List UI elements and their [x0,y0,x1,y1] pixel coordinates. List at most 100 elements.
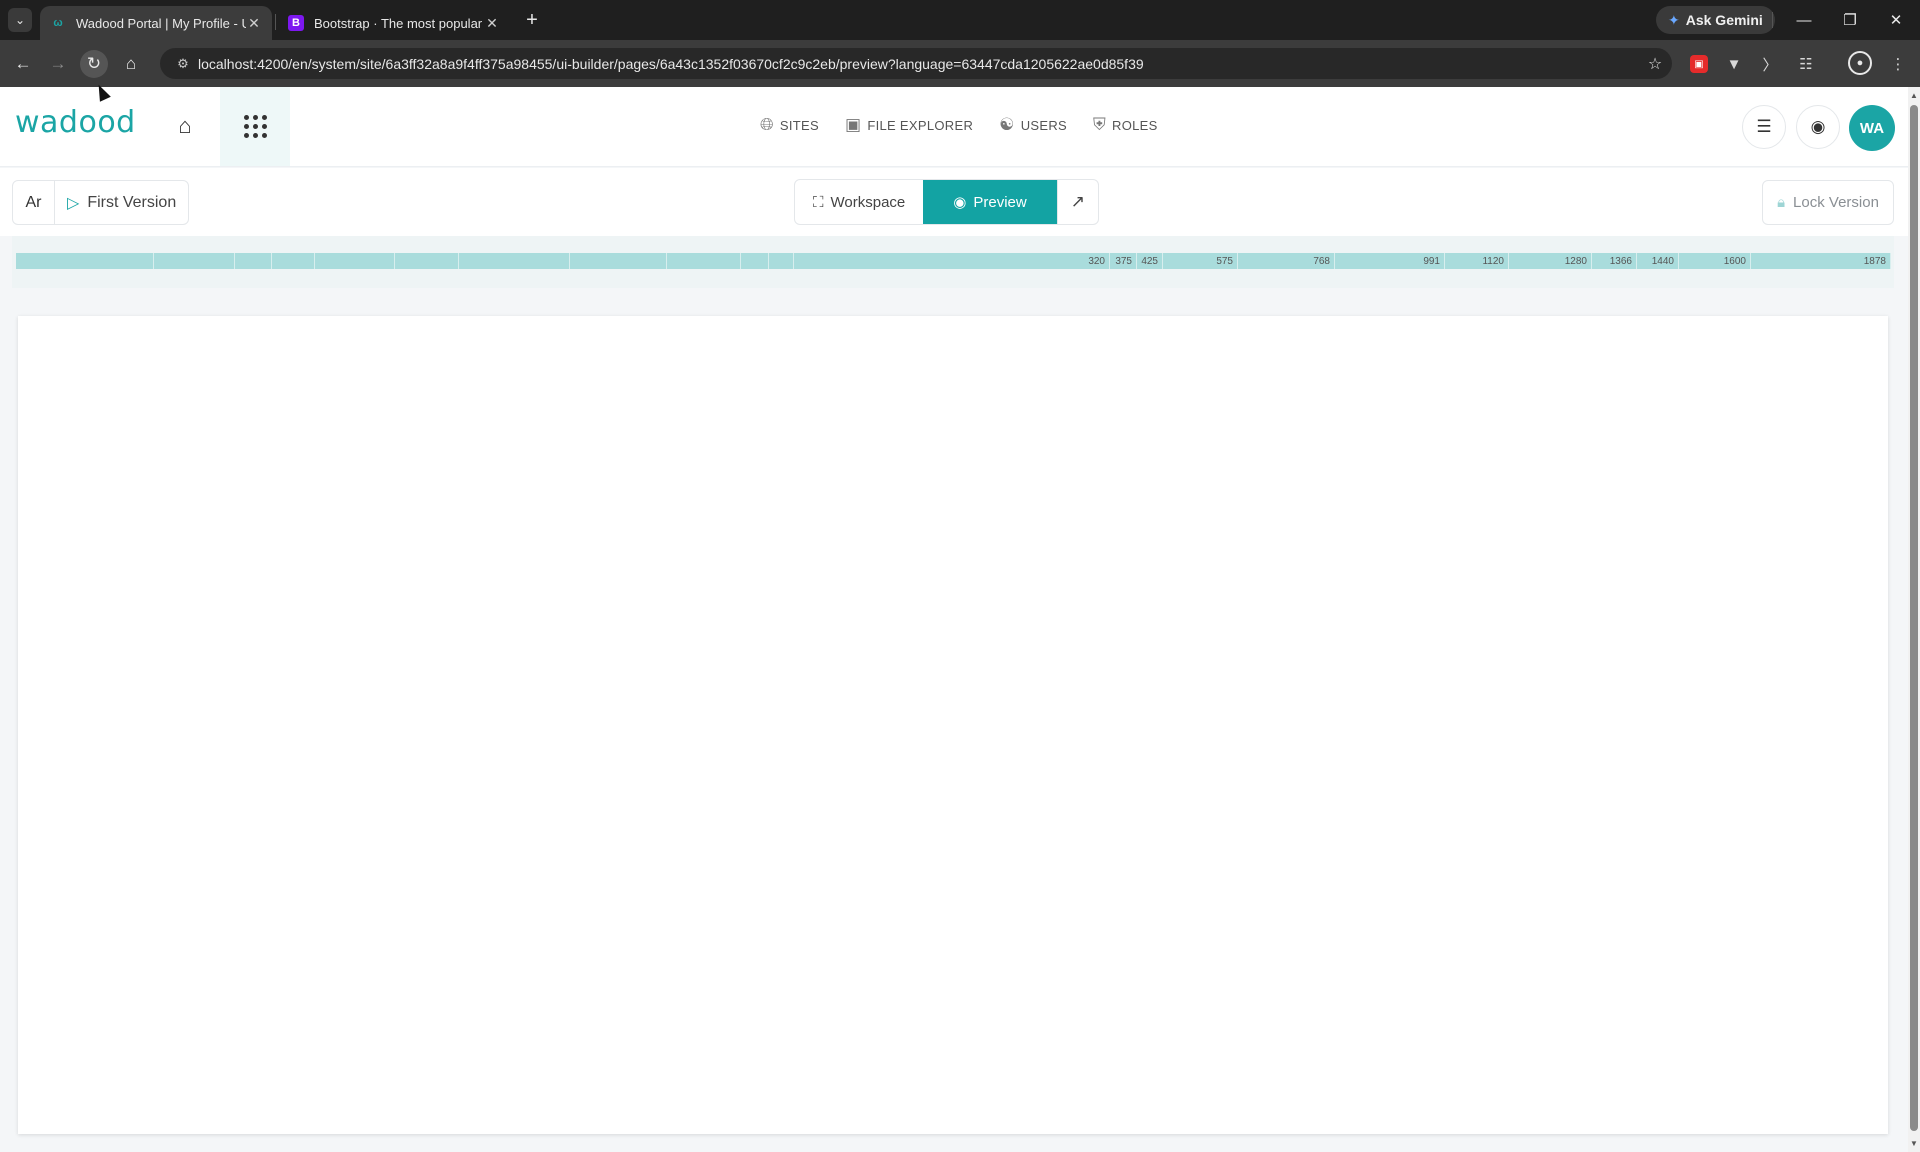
close-icon[interactable]: ✕ [246,15,262,32]
nav-file-explorer[interactable]: ▣ FILE EXPLORER [845,115,973,135]
database-icon[interactable]: ☰ [1742,105,1786,149]
globe-icon: 🌐︎ [760,115,774,134]
grid-icon [243,115,267,138]
wadood-logo[interactable]: wadood [15,105,136,140]
workspace-label: Workspace [830,193,906,211]
browser-tab[interactable]: B Bootstrap · The most popular H ✕ [278,6,510,40]
apps-grid-button[interactable] [220,87,290,166]
back-arrow-icon[interactable]: ← [9,50,37,78]
tag-icon: ▷ [67,194,80,212]
breakpoint-ruler[interactable]: 320 375 425 575 768 991 1120 1280 1366 1440 1600 18… [16,253,1891,269]
tab-title: Wadood Portal | My Profile - U [76,15,246,31]
ruler-divider [1750,253,1751,269]
lock-version-label: Lock Version [1793,194,1879,211]
nav-users[interactable]: ☯ USERS [999,115,1067,135]
ruler-divider [394,253,395,269]
window-divider [1772,12,1773,28]
nav-roles[interactable]: ⛨ ROLES [1093,115,1158,135]
restore-icon[interactable]: ❐ [1830,4,1870,36]
nav-sites[interactable]: 🌐︎ SITES [760,115,819,135]
eye-icon: ◉ [953,194,967,211]
ruler-divider [271,253,272,269]
breakpoint-label[interactable]: 991 [1404,256,1440,267]
preview-button[interactable]: ◉ Preview [923,180,1057,224]
version-selector: Ar ▷ First Version [12,180,190,225]
ruler-divider [458,253,459,269]
scroll-thumb[interactable] [1910,105,1918,1131]
browser-profile-icon[interactable]: ● [1848,51,1872,75]
version-button[interactable]: ▷ First Version [55,181,188,224]
version-label: First Version [87,193,177,211]
ruler-divider [1678,253,1679,269]
page-scrollbar[interactable]: ▲ ▼ [1908,87,1920,1152]
nav-users-label: USERS [1020,117,1067,133]
breakpoint-label[interactable]: 1878 [1850,256,1886,267]
ruler-divider [740,253,741,269]
nav-file-explorer-label: FILE EXPLORER [867,117,974,133]
extension-red-icon[interactable]: ▣ [1690,55,1708,73]
bookmark-star-icon[interactable]: ☆ [1638,54,1672,74]
users-icon: ☯ [999,115,1015,134]
home-icon[interactable]: ⌂ [170,111,200,141]
language-globe-icon[interactable]: ◉ [1796,105,1840,149]
workspace-button[interactable]: ⛶ Workspace [795,180,923,224]
view-mode-switch: ⛶ Workspace ◉ Preview ↗ [794,179,1099,225]
ruler-divider [1591,253,1592,269]
site-info-icon[interactable]: ⚙ [168,56,198,72]
address-bar[interactable]: ⚙ localhost:4200/en/system/site/6a3ff32a… [160,48,1672,79]
lock-icon: 🔒︎ [1777,194,1786,211]
ruler-divider [1508,253,1509,269]
ruler-divider [314,253,315,269]
breakpoint-label[interactable]: 425 [1122,256,1158,267]
preview-label: Preview [973,193,1027,211]
ruler-divider [768,253,769,269]
browser-tab-active[interactable]: ω Wadood Portal | My Profile - U ✕ [40,6,272,40]
extension-v-icon[interactable]: ▼ [1722,52,1746,76]
fullscreen-icon: ⛶ [813,193,824,211]
scroll-down-icon[interactable]: ▼ [1908,1137,1920,1149]
extension-tag-icon[interactable]: 〉 [1758,52,1782,76]
extensions-puzzle-icon[interactable]: ☷ [1794,52,1818,76]
breakpoint-label[interactable]: 768 [1294,256,1330,267]
ruler-divider [1636,253,1637,269]
tab-title: Bootstrap · The most popular H [314,15,484,31]
close-icon[interactable]: ✕ [484,15,500,32]
bootstrap-icon: B [288,15,304,31]
breakpoint-ruler-container: 320 375 425 575 768 991 1120 1280 1366 1440 1600 18… [12,236,1894,288]
forward-arrow-icon[interactable]: → [44,50,72,78]
tab-divider [275,14,276,30]
preview-canvas [18,316,1888,1134]
breakpoint-label[interactable]: 1600 [1710,256,1746,267]
tab-search-chevron-icon[interactable]: ⌄ [8,8,32,32]
breakpoint-label[interactable]: 1120 [1468,256,1504,267]
builder-toolbar: Ar ▷ First Version ⛶ Workspace ◉ Preview… [0,168,1908,236]
images-icon: ▣ [844,115,862,134]
ruler-divider [1334,253,1335,269]
nav-roles-label: ROLES [1112,117,1158,133]
minimize-icon[interactable]: — [1784,4,1824,36]
ruler-divider [1237,253,1238,269]
ask-gemini-button[interactable]: ✦ Ask Gemini [1656,6,1775,34]
ask-gemini-label: Ask Gemini [1685,12,1763,28]
wadood-icon: ω [53,17,63,29]
breakpoint-label[interactable]: 1280 [1551,256,1587,267]
ruler-divider [1890,253,1891,269]
sparkle-icon: ✦ [1668,11,1680,28]
breakpoint-label[interactable]: 1366 [1596,256,1632,267]
breakpoint-label[interactable]: 575 [1197,256,1233,267]
shield-icon: ⛨ [1092,115,1107,134]
browser-home-icon[interactable]: ⌂ [117,50,145,78]
browser-menu-icon[interactable]: ⋮ [1886,52,1910,76]
breakpoint-label[interactable]: 1440 [1638,256,1674,267]
open-external-icon[interactable]: ↗ [1056,180,1098,224]
ruler-divider [666,253,667,269]
ruler-divider [1162,253,1163,269]
window-close-icon[interactable]: ✕ [1876,4,1916,36]
url-text[interactable]: localhost:4200/en/system/site/6a3ff32a8a… [198,56,1638,72]
language-toggle-button[interactable]: Ar [13,181,55,224]
lock-version-button[interactable]: 🔒︎ Lock Version [1762,180,1894,225]
reload-icon[interactable]: ↻ [80,50,108,78]
scroll-up-icon[interactable]: ▲ [1908,89,1920,101]
user-avatar[interactable]: WA [1849,105,1895,151]
new-tab-plus-icon[interactable]: + [520,8,544,32]
